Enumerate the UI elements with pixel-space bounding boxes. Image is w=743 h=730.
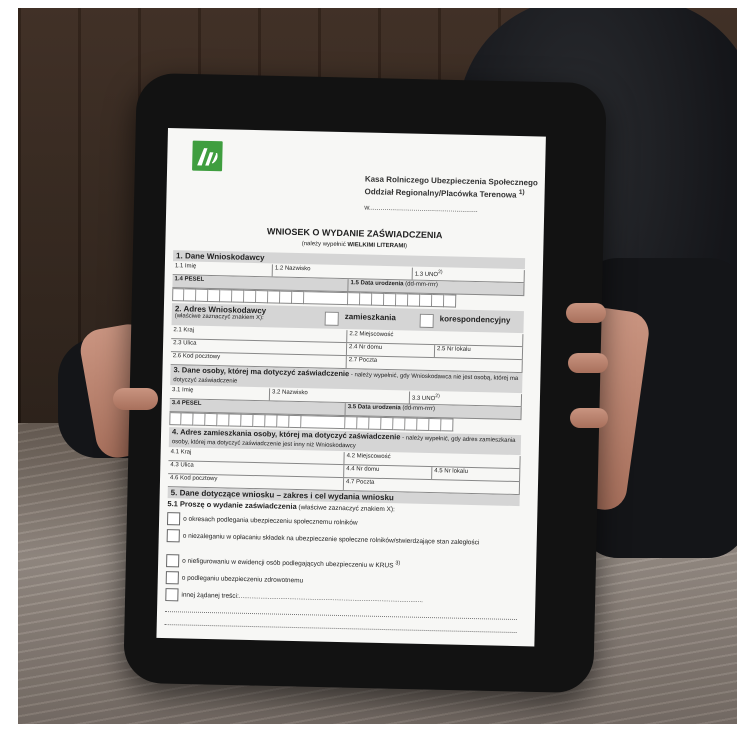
label-korespondencyjny: korespondencyjny xyxy=(439,314,511,325)
option-niezaleganie[interactable]: o niezaleganiu w opłacaniu składek na ub… xyxy=(166,529,519,550)
checkbox-zamieszkania[interactable] xyxy=(324,311,339,326)
right-finger-2 xyxy=(568,353,608,373)
checkbox-inne[interactable] xyxy=(165,588,179,602)
checkbox-niezaleganie[interactable] xyxy=(166,529,180,543)
field-4-nr-lokalu[interactable]: 4.5 Nr lokalu xyxy=(432,467,521,482)
dotted-line-1 xyxy=(165,611,517,621)
section-2-title: 2. Adres Wnioskodawcy (właściwe zaznaczyć… xyxy=(174,304,267,322)
checkbox-zdrowotne[interactable] xyxy=(165,571,179,585)
checkbox-okresy[interactable] xyxy=(166,512,181,526)
tablet-screen: Kasa Rolniczego Ubezpieczenia Społeczneg… xyxy=(156,128,546,647)
option-inne[interactable]: innej żądanej treści:...................… xyxy=(165,588,517,609)
checkbox-korespondencyjny[interactable] xyxy=(419,313,434,329)
right-fingers xyxy=(566,303,606,323)
org-header: Kasa Rolniczego Ubezpieczenia Społeczneg… xyxy=(364,174,544,201)
field-3-uno[interactable]: 3.3 UNO2) xyxy=(409,391,523,407)
left-thumb xyxy=(113,388,158,410)
w-line: w.......................................… xyxy=(364,204,478,215)
checkbox-niefigurowanie[interactable] xyxy=(166,554,180,568)
dotted-line-2 xyxy=(164,624,517,634)
field-nr-domu[interactable]: 2.4 Nr domu xyxy=(346,343,436,358)
field-imie[interactable]: 1.1 Imię xyxy=(172,262,273,277)
photo-scene: Kasa Rolniczego Ubezpieczenia Społeczneg… xyxy=(18,8,737,724)
org-line-2: Oddział Regionalny/Placówka Terenowa 1) xyxy=(364,187,525,200)
field-nr-lokalu[interactable]: 2.5 Nr lokalu xyxy=(434,345,524,360)
right-finger-3 xyxy=(570,408,608,428)
field-3-imie[interactable]: 3.1 Imię xyxy=(169,386,271,401)
label-zamieszkania: zamieszkania xyxy=(344,312,396,323)
field-uno[interactable]: 1.3 UNO2) xyxy=(412,267,525,283)
field-4-nr-domu[interactable]: 4.4 Nr domu xyxy=(344,465,433,480)
krus-logo xyxy=(192,140,223,172)
